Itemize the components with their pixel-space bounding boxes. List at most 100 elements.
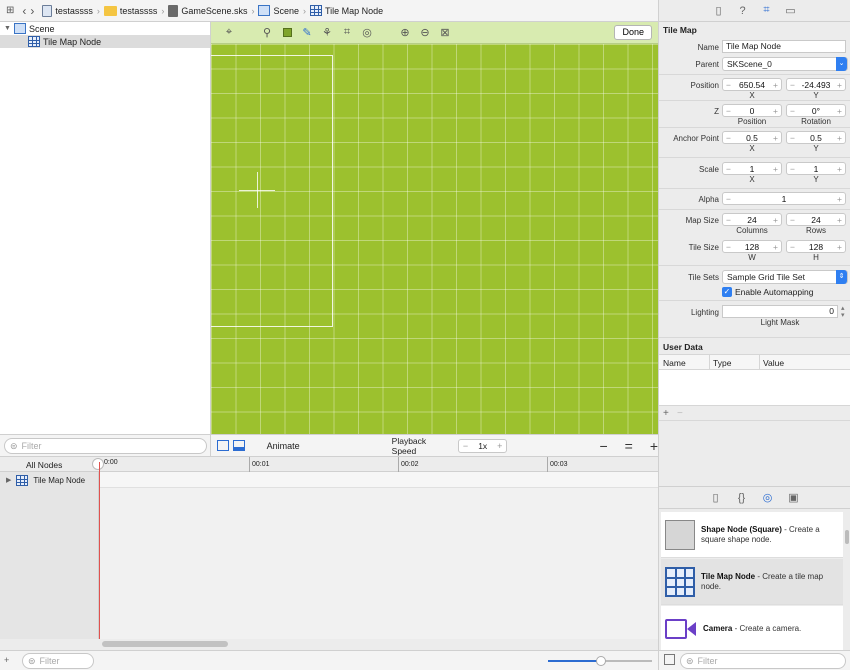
library-item-camera[interactable]: Camera - Create a camera. (661, 606, 843, 652)
stepper-icon[interactable]: ▴ ▾ (841, 305, 845, 319)
tile-height-field[interactable]: −128 + (786, 240, 846, 253)
name-field[interactable]: Tile Map Node (722, 40, 846, 53)
zoom-slider-knob[interactable] (596, 656, 606, 666)
scene-icon (258, 5, 271, 16)
map-rows-field[interactable]: −24 + (786, 213, 846, 226)
tile-width-field[interactable]: −128 + (722, 240, 782, 253)
scale-y-field[interactable]: −1 + (786, 162, 846, 175)
scene-outline: ▼ Scene Tile Map Node (0, 22, 211, 434)
breadcrumb-folder[interactable]: testassss (103, 5, 157, 16)
light-mask-field[interactable]: 0 (722, 305, 838, 318)
minus-icon[interactable]: − (463, 441, 468, 451)
tile-map-icon (16, 474, 29, 486)
jump-bar: ⊞ ‹ › testassss › testassss › GameScene.… (0, 0, 658, 22)
eyedropper-tool-icon[interactable]: ⚲ (257, 24, 277, 42)
all-nodes-filter[interactable]: All Nodes (26, 460, 62, 470)
playback-speed-label: Playback Speed (391, 435, 427, 456)
library-filter-bar: ⊜ Filter (658, 650, 850, 670)
playback-speed-stepper[interactable]: − 1x + (457, 438, 508, 453)
custom-class-icon[interactable]: ▭ (784, 4, 798, 18)
timeline-tracks-area[interactable] (99, 472, 658, 639)
attributes-inspector-icon[interactable]: ⌗ (760, 4, 774, 18)
anchor-x-field[interactable]: −0.5 + (722, 131, 782, 144)
animate-bar: Animate Playback Speed − 1x + − = + (211, 434, 658, 456)
tick-label: 00:03 (547, 457, 568, 472)
viewport-frame (211, 55, 333, 327)
breadcrumb-project[interactable]: testassss (42, 4, 93, 17)
position-y-field[interactable]: − -24.493 + (786, 78, 846, 91)
remove-tile-icon[interactable]: ⊖ (415, 24, 435, 42)
stamp-tool-icon[interactable]: ⌗ (337, 24, 357, 42)
chevron-right-icon: › (302, 5, 306, 16)
scale-x-field[interactable]: −1 + (722, 162, 782, 175)
animate-button[interactable]: Animate (267, 441, 300, 451)
breadcrumb-file[interactable]: GameScene.sks (168, 4, 247, 17)
disclosure-triangle-icon[interactable]: ▶ (6, 476, 11, 484)
add-tile-icon[interactable]: ⊕ (395, 24, 415, 42)
move-tool-icon[interactable]: ⌖ (219, 24, 239, 42)
library-filter-input[interactable]: ⊜ Filter (680, 653, 846, 669)
anchor-y-field[interactable]: −0.5 + (786, 131, 846, 144)
alpha-field[interactable]: −1 + (722, 192, 846, 205)
user-data-table[interactable] (659, 370, 850, 406)
chevron-right-icon: › (251, 5, 255, 16)
zoom-fit-button[interactable]: = (625, 438, 633, 454)
library-item-tile-map-node[interactable]: Tile Map Node - Create a tile map node. (661, 559, 843, 605)
library-scrollbar[interactable] (845, 530, 849, 544)
outline-filter-input[interactable]: ⊜ Filter (4, 438, 207, 454)
plus-icon[interactable]: + (497, 441, 502, 451)
forward-button[interactable]: › (30, 4, 34, 18)
circle-select-tool-icon[interactable]: ◎ (357, 24, 377, 42)
object-library-icon[interactable]: ◎ (761, 491, 775, 505)
timeline-filter-input[interactable]: ⊜ Filter (22, 653, 94, 669)
zoom-slider[interactable] (548, 656, 652, 666)
show-outline-icon[interactable] (217, 440, 229, 451)
zoom-in-button[interactable]: + (650, 438, 658, 454)
erase-tile-icon[interactable]: ⊠ (435, 24, 455, 42)
position-x-field[interactable]: −650.54 + (722, 78, 782, 91)
filter-icon: ⊜ (10, 440, 18, 451)
zoom-out-button[interactable]: − (599, 438, 607, 454)
media-library-icon[interactable]: ▣ (787, 491, 801, 505)
timeline-track-tile-map-node[interactable]: ▶ Tile Map Node (0, 472, 98, 488)
remove-icon[interactable]: − (677, 408, 683, 419)
parent-select[interactable]: SKScene_0 ⌄ (722, 57, 848, 71)
automapping-checkbox[interactable]: ✓ (722, 287, 732, 297)
object-library: ▯ {} ◎ ▣ Shape Node (Square) - Create a … (658, 486, 850, 652)
help-icon[interactable]: ? (736, 4, 750, 18)
z-position-field[interactable]: −0 + (722, 104, 782, 117)
tile-map-canvas[interactable] (211, 44, 658, 434)
grid-view-icon[interactable] (664, 654, 675, 665)
breadcrumb-tile-map[interactable]: Tile Map Node (309, 5, 383, 16)
sks-file-icon (168, 4, 179, 17)
tile-map-icon (28, 36, 40, 47)
add-icon[interactable]: + (663, 408, 669, 419)
user-data-header: Name Type Value (659, 354, 850, 370)
filter-icon: ⊜ (686, 655, 694, 666)
add-icon[interactable]: + (4, 655, 9, 665)
back-button[interactable]: ‹ (22, 4, 26, 18)
outline-item-tile-map-node[interactable]: Tile Map Node (0, 35, 210, 48)
flood-fill-tool-icon[interactable]: ⚘ (317, 24, 337, 42)
breadcrumb-scene[interactable]: Scene (258, 5, 299, 16)
brush-tool-icon[interactable]: ✎ (297, 24, 317, 42)
library-item-shape-node[interactable]: Shape Node (Square) - Create a square sh… (661, 512, 843, 558)
file-inspector-icon[interactable]: ▯ (712, 4, 726, 18)
fill-square-tool-icon[interactable] (277, 24, 297, 42)
map-columns-field[interactable]: −24 + (722, 213, 782, 226)
file-template-icon[interactable]: ▯ (709, 491, 723, 505)
tile-sets-select[interactable]: Sample Grid Tile Set ⇕ (722, 270, 848, 284)
grid-icon[interactable]: ⊞ (6, 5, 14, 16)
outline-filter-bar: ⊜ Filter (0, 434, 211, 456)
disclosure-triangle-icon[interactable]: ▼ (4, 25, 11, 32)
rotation-field[interactable]: −0° + (786, 104, 846, 117)
crosshair-icon (257, 172, 258, 208)
code-snippet-icon[interactable]: {} (735, 491, 749, 505)
show-timeline-icon[interactable] (232, 440, 245, 451)
outline-item-scene[interactable]: ▼ Scene (0, 22, 210, 35)
horizontal-scrollbar[interactable] (102, 641, 228, 647)
playhead-handle[interactable] (92, 458, 104, 470)
filter-icon: ⊜ (28, 655, 36, 666)
done-button[interactable]: Done (614, 25, 652, 40)
inspector-panel: ▯ ? ⌗ ▭ Tile Map Name Tile Map Node Pare… (658, 0, 850, 486)
